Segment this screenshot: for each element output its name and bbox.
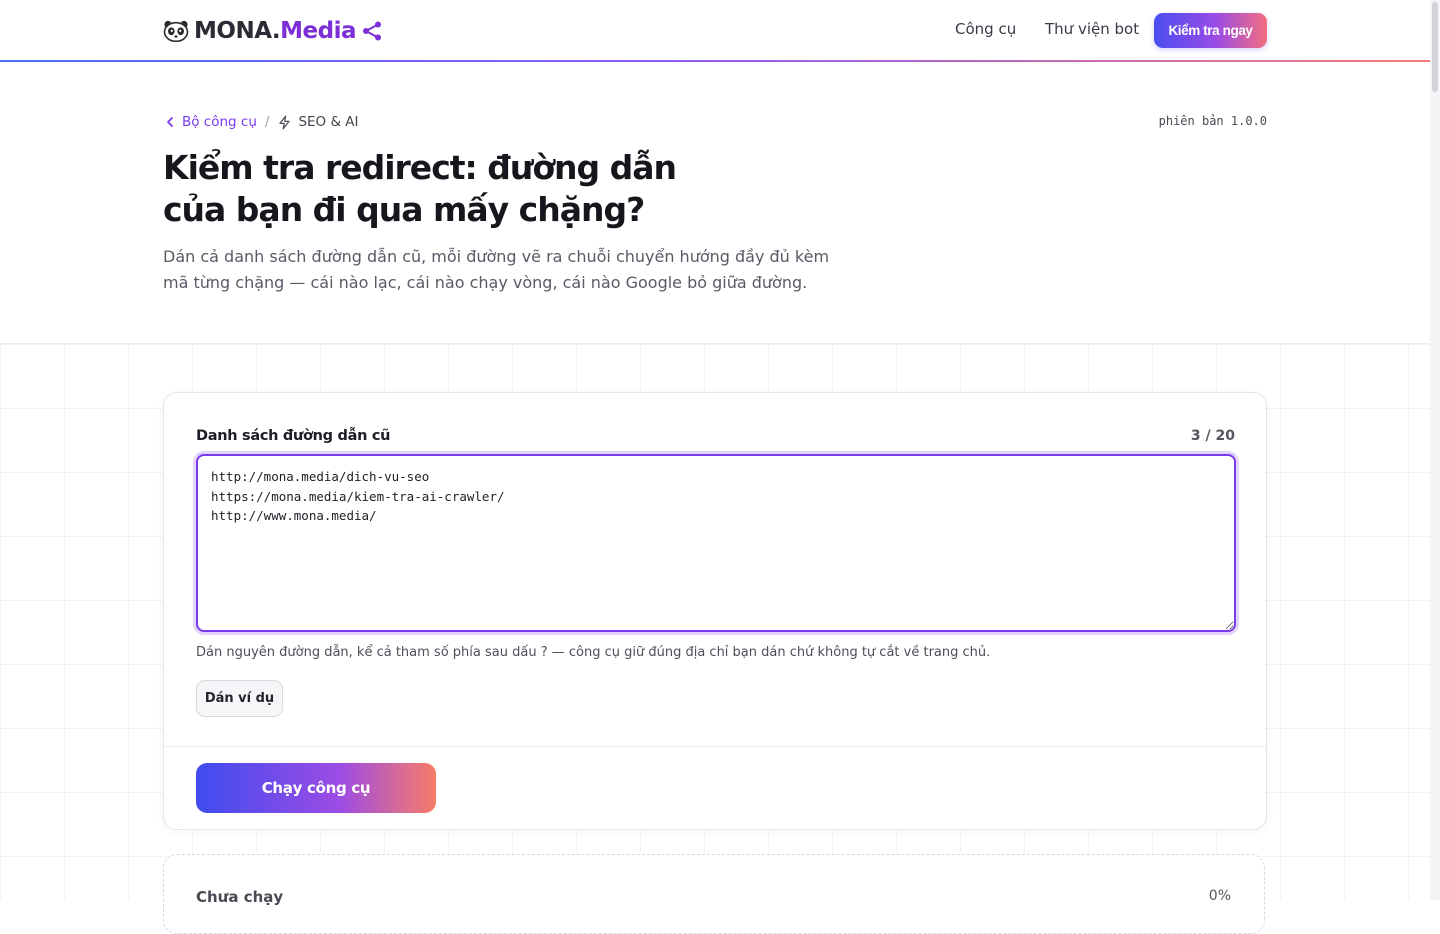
panda-icon [163, 20, 189, 42]
chevron-left-icon [167, 117, 173, 127]
url-list-label: Danh sách đường dẫn cũ [196, 428, 391, 444]
version-label: phiên bản 1.0.0 [1158, 114, 1267, 128]
breadcrumb-back-link[interactable]: Bộ công cụ [163, 114, 257, 130]
logo-text: MONA.Media [194, 18, 357, 44]
page-description: Dán cả danh sách đường dẫn cũ, mỗi đường… [163, 247, 830, 292]
logo[interactable]: MONA.Media [163, 17, 383, 45]
breadcrumb-separator: / [264, 114, 270, 130]
scrollbar-thumb[interactable] [1432, 2, 1438, 92]
url-count: 3 / 20 [1190, 428, 1235, 444]
page-scrollbar[interactable] [1430, 0, 1440, 900]
breadcrumb-back-label: Bộ công cụ [182, 114, 257, 130]
status-card: Chưa chạy 0% [163, 854, 1265, 934]
breadcrumb-category: SEO & AI [298, 114, 359, 130]
logo-brand: MONA. [194, 18, 281, 44]
url-list-hint: Dán nguyên đường dẫn, kể cả tham số phía… [196, 645, 991, 660]
url-list-input[interactable] [196, 454, 1236, 632]
header-accent-line [0, 60, 1430, 62]
status-label: Chưa chạy [196, 888, 284, 906]
logo-highlight: Media [280, 18, 357, 44]
bolt-icon [279, 115, 291, 129]
check-now-button[interactable]: Kiểm tra ngay [1154, 13, 1267, 48]
card-divider [164, 746, 1266, 747]
share-icon [363, 21, 382, 41]
nav-link-tools[interactable]: Công cụ [955, 20, 1016, 38]
breadcrumb: Bộ công cụ / SEO & AI [163, 114, 359, 130]
paste-example-button[interactable]: Dán ví dụ [196, 680, 283, 717]
tool-card: Danh sách đường dẫn cũ 3 / 20 Dán nguyên… [163, 392, 1267, 830]
status-progress: 0% [1208, 888, 1231, 904]
run-tool-button[interactable]: Chạy công cụ [196, 763, 436, 813]
nav-link-bot-library[interactable]: Thư viện bot [1045, 20, 1139, 38]
page-title: Kiểm tra redirect: đường dẫn của bạn đi … [163, 148, 677, 229]
top-navbar: MONA.Media Công cụ Thư viện bot Kiểm tra… [0, 0, 1430, 60]
